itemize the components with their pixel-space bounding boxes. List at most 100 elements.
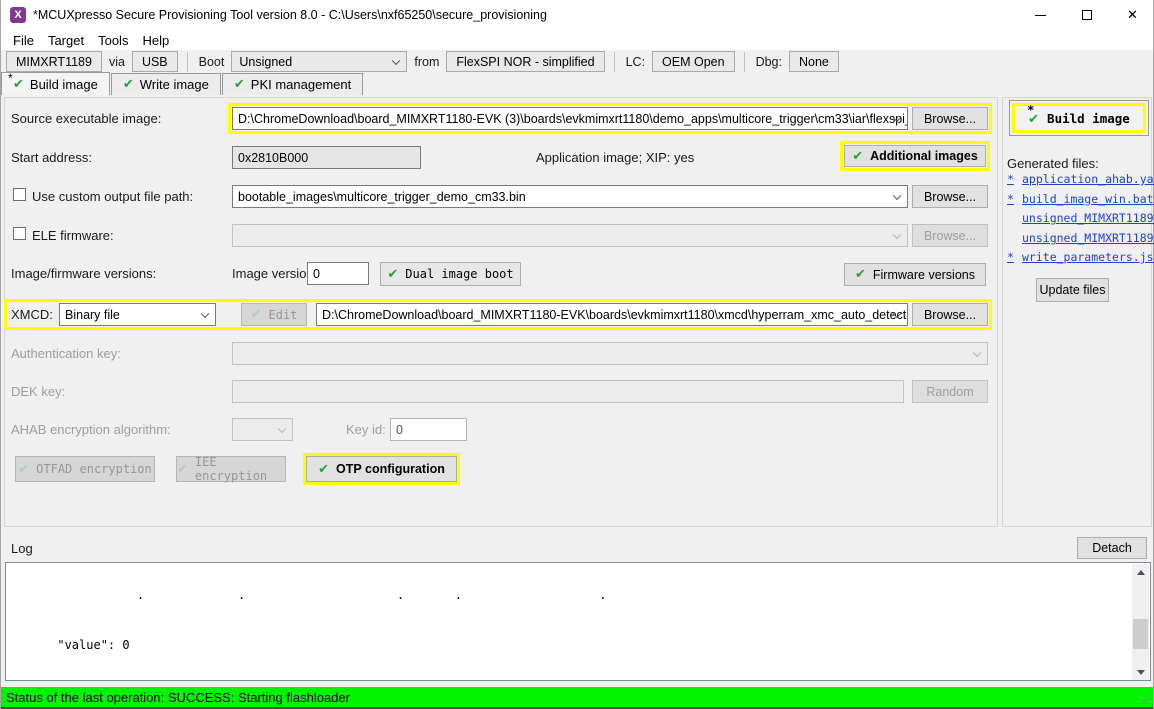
tab-label: Build image xyxy=(30,77,98,92)
ahab-algorithm-label: AHAB encryption algorithm: xyxy=(11,422,171,437)
xmcd-file-combobox[interactable]: D:\ChromeDownload\board_MIMXRT1180-EVK\b… xyxy=(316,303,908,326)
source-image-combobox[interactable]: D:\ChromeDownload\board_MIMXRT1180-EVK (… xyxy=(232,107,908,130)
check-icon: ✔ xyxy=(387,268,398,281)
dek-random-button: Random xyxy=(912,380,988,403)
dek-key-field xyxy=(232,380,904,403)
dbg-label: Dbg: xyxy=(754,55,784,69)
ele-firmware-browse-button: Browse... xyxy=(912,224,988,247)
maximize-button[interactable] xyxy=(1064,0,1109,30)
xmcd-edit-button: ✔ Edit xyxy=(241,303,307,326)
toolbar-separator xyxy=(744,52,745,72)
close-button[interactable]: ✕ xyxy=(1110,0,1154,30)
file-star: * xyxy=(1007,192,1014,206)
menu-file[interactable]: File xyxy=(6,31,41,50)
menu-tools[interactable]: Tools xyxy=(91,31,135,50)
source-image-label: Source executable image: xyxy=(11,111,161,126)
custom-output-combobox[interactable]: bootable_images\multicore_trigger_demo_c… xyxy=(232,185,908,208)
additional-images-label: Additional images xyxy=(870,149,978,163)
xmcd-type-select[interactable]: Binary file xyxy=(59,303,216,326)
close-icon: ✕ xyxy=(1127,7,1138,23)
xmcd-type-value: Binary file xyxy=(65,308,120,322)
dual-image-boot-label: Dual image boot xyxy=(405,267,513,281)
dek-key-label: DEK key: xyxy=(11,384,65,399)
menu-target[interactable]: Target xyxy=(41,31,91,50)
dual-image-boot-button[interactable]: ✔ Dual image boot xyxy=(380,262,521,286)
auth-key-label: Authentication key: xyxy=(11,346,121,361)
dbg-button[interactable]: None xyxy=(789,51,839,72)
connection-button[interactable]: USB xyxy=(132,51,178,72)
log-line-partial: ". . . . . xyxy=(14,596,1130,604)
scroll-up-button[interactable] xyxy=(1132,564,1149,581)
tab-write-image[interactable]: ✔ Write image xyxy=(111,73,221,95)
custom-output-checkbox[interactable] xyxy=(13,188,26,201)
log-output[interactable]: ". . . . . "value": 0 } } blhost succeed… xyxy=(5,562,1151,681)
menu-help[interactable]: Help xyxy=(135,31,176,50)
from-label: from xyxy=(412,55,441,69)
image-version-field[interactable]: 0 xyxy=(307,262,369,285)
start-address-label: Start address: xyxy=(11,150,92,165)
otfad-encryption-button: ✔ OTFAD encryption xyxy=(15,456,155,482)
file-star: * xyxy=(1007,172,1014,186)
log-scrollbar[interactable] xyxy=(1132,564,1149,681)
iee-encryption-button: ✔ IEE encryption xyxy=(176,456,286,482)
tab-pki-management[interactable]: ✔ PKI management xyxy=(222,73,363,95)
generated-file-link[interactable]: build_image_win.bat xyxy=(1022,192,1154,206)
app-logo-icon: X xyxy=(10,7,26,23)
chevron-down-icon xyxy=(201,309,209,317)
boot-type-select[interactable]: Unsigned xyxy=(231,51,407,72)
lifecycle-button[interactable]: OEM Open xyxy=(652,51,735,72)
build-image-button[interactable]: * ✔ Build image xyxy=(1012,103,1146,133)
source-browse-button[interactable]: Browse... xyxy=(912,107,988,130)
status-bar: Status of the last operation: SUCCESS: S… xyxy=(1,687,1153,707)
minimize-icon xyxy=(1035,15,1046,16)
additional-images-button[interactable]: ✔ Additional images xyxy=(844,145,986,167)
xmcd-browse-button[interactable]: Browse... xyxy=(912,303,988,326)
scroll-down-button[interactable] xyxy=(1132,664,1149,681)
minimize-button[interactable] xyxy=(1018,0,1063,30)
chevron-down-icon xyxy=(392,56,400,64)
resize-grip[interactable] xyxy=(1140,694,1150,704)
chevron-down-icon xyxy=(893,191,901,199)
boot-device-button[interactable]: FlexSPI NOR - simplified xyxy=(446,51,604,72)
update-files-button[interactable]: Update files xyxy=(1036,278,1109,302)
menu-bar: File Target Tools Help xyxy=(1,30,1153,50)
generated-file-link[interactable]: unsigned_MIMXRT1189_f xyxy=(1022,231,1154,245)
otfad-label: OTFAD encryption xyxy=(36,462,152,476)
custom-output-browse-button[interactable]: Browse... xyxy=(912,185,988,208)
toolbar-separator xyxy=(614,52,615,72)
otp-configuration-button[interactable]: ✔ OTP configuration xyxy=(306,456,457,482)
generated-file-link[interactable]: application_ahab.yaml xyxy=(1022,172,1154,186)
boot-type-value: Unsigned xyxy=(239,55,292,69)
generated-file-link[interactable]: write_parameters.json xyxy=(1022,250,1154,264)
image-version-label: Image version: xyxy=(232,266,317,281)
processor-button[interactable]: MIMXRT1189 xyxy=(6,51,102,72)
title-bar: X *MCUXpresso Secure Provisioning Tool v… xyxy=(1,0,1153,30)
modified-asterisk: * xyxy=(1027,103,1034,117)
key-id-field: 0 xyxy=(390,418,467,441)
iee-label: IEE encryption xyxy=(195,455,285,483)
detach-button[interactable]: Detach xyxy=(1077,537,1147,559)
check-icon: ✔ xyxy=(18,463,29,476)
firmware-versions-label: Firmware versions xyxy=(873,268,975,282)
log-section: Log Detach ". . . . . "value": 0 } } blh… xyxy=(1,533,1153,687)
firmware-versions-button[interactable]: ✔ Firmware versions xyxy=(844,263,986,286)
ahab-algorithm-select xyxy=(232,418,293,441)
start-address-field[interactable]: 0x2810B000 xyxy=(232,146,421,169)
tab-label: Write image xyxy=(140,77,209,92)
tab-label: PKI management xyxy=(251,77,351,92)
tab-build-image[interactable]: * ✔ Build image xyxy=(1,72,110,95)
maximize-icon xyxy=(1082,10,1092,20)
scroll-up-icon xyxy=(1137,570,1145,575)
ele-firmware-label: ELE firmware: xyxy=(32,228,114,243)
scrollbar-thumb[interactable] xyxy=(1133,619,1148,649)
check-icon: ✔ xyxy=(13,78,24,91)
custom-output-value: bootable_images\multicore_trigger_demo_c… xyxy=(238,190,526,204)
generated-file-link[interactable]: unsigned_MIMXRT1189_f xyxy=(1022,211,1154,225)
key-id-label: Key id: xyxy=(346,422,386,437)
chevron-down-icon xyxy=(973,348,981,356)
custom-output-label: Use custom output file path: xyxy=(32,189,193,204)
xmcd-label: XMCD: xyxy=(11,307,53,322)
ele-firmware-checkbox[interactable] xyxy=(13,227,26,240)
chevron-down-icon xyxy=(278,424,286,432)
tab-bar: * ✔ Build image ✔ Write image ✔ PKI mana… xyxy=(1,73,1153,95)
